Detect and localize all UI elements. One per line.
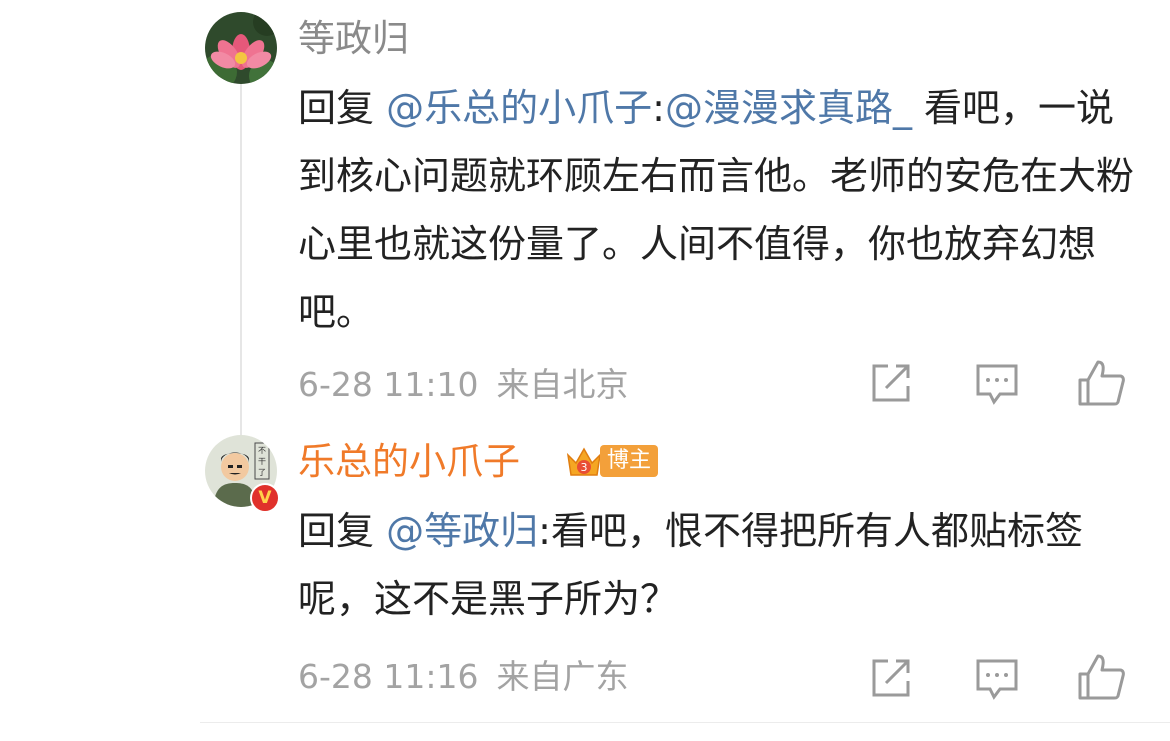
comment-meta: 6-28 11:16 来自广东 xyxy=(298,655,647,699)
badge-level: 3 xyxy=(581,461,588,474)
comment-meta: 6-28 11:10 来自北京 xyxy=(298,363,647,407)
like-button[interactable] xyxy=(1076,652,1125,700)
share-button[interactable] xyxy=(868,655,914,701)
badge-label: 博主 xyxy=(600,445,658,477)
username[interactable]: 乐总的小爪子 xyxy=(298,438,520,486)
blogger-badge: 3 博主 xyxy=(564,441,658,481)
like-button[interactable] xyxy=(1076,358,1125,406)
mention-link[interactable]: @乐总的小爪子 xyxy=(386,86,652,130)
lotus-flower-icon xyxy=(205,12,277,84)
comment-date: 6-28 11:16 xyxy=(298,657,479,696)
reply-prefix: 回复 xyxy=(298,86,375,130)
thread-line xyxy=(240,80,242,440)
divider xyxy=(200,722,1170,723)
mention-link[interactable]: @等政归 xyxy=(386,509,538,553)
colon: : xyxy=(538,509,551,553)
comment-text: 回复 @等政归:看吧，恨不得把所有人都贴标签呢，这不是黑子所为？ xyxy=(298,497,1138,633)
comment-button[interactable] xyxy=(974,360,1020,406)
comment-button[interactable] xyxy=(974,655,1020,701)
crown-icon: 3 xyxy=(566,447,602,476)
svg-text:干: 干 xyxy=(258,457,266,466)
share-icon xyxy=(872,659,910,697)
comment-date: 6-28 11:10 xyxy=(298,365,479,404)
share-button[interactable] xyxy=(868,360,914,406)
comment-text: 回复 @乐总的小爪子:@漫漫求真路_ 看吧，一说到核心问题就环顾左右而言他。老师… xyxy=(298,74,1138,346)
comment-location: 来自北京 xyxy=(496,365,629,404)
username[interactable]: 等政归 xyxy=(298,15,409,63)
user-avatar[interactable] xyxy=(205,12,277,84)
comment-icon xyxy=(976,659,1018,700)
verified-badge: V xyxy=(250,483,280,513)
svg-text:不: 不 xyxy=(258,446,266,455)
mention-link[interactable]: @漫漫求真路_ xyxy=(665,86,912,130)
share-icon xyxy=(872,364,910,402)
reply-prefix: 回复 xyxy=(298,509,375,553)
colon: : xyxy=(652,86,665,130)
like-icon xyxy=(1078,360,1125,406)
comment-icon xyxy=(976,364,1018,405)
svg-text:了: 了 xyxy=(258,468,266,477)
like-icon xyxy=(1078,654,1125,700)
comment-location: 来自广东 xyxy=(496,657,629,696)
